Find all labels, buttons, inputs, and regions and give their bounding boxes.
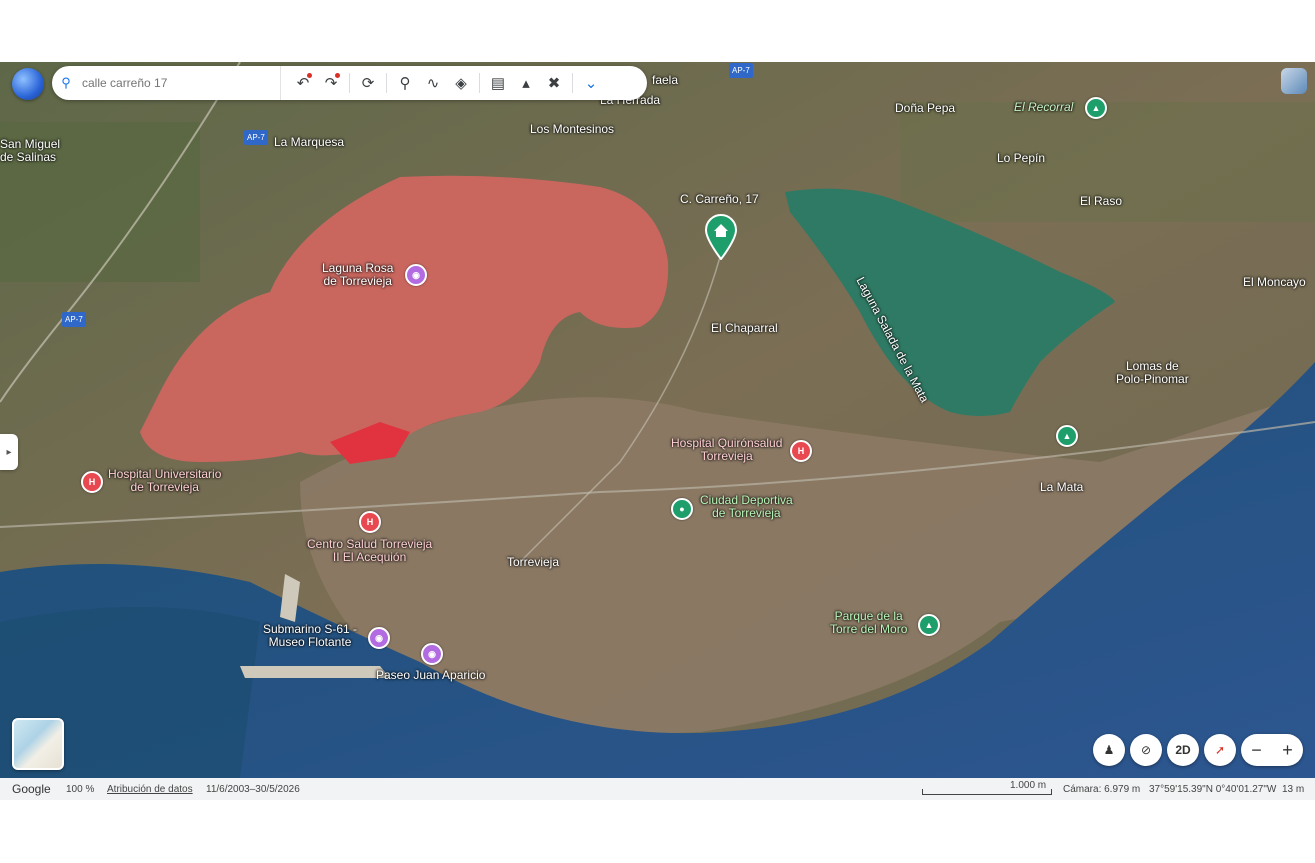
side-panel-toggle[interactable]: ▸ bbox=[0, 434, 18, 470]
image-overlay-button[interactable]: ▴ bbox=[512, 69, 540, 97]
place-label-torrevieja: Torrevieja bbox=[507, 555, 560, 569]
sports-pin-icon[interactable]: ● bbox=[671, 498, 693, 520]
path-icon: ∿ bbox=[426, 75, 440, 92]
status-bar: Google 100 % Atribución de datos 11/6/20… bbox=[0, 778, 1315, 800]
hospital-pin-icon[interactable]: H bbox=[359, 511, 381, 533]
place-label-la-mata: La Mata bbox=[1040, 480, 1084, 494]
google-logo: Google bbox=[12, 782, 51, 796]
place-label-paseo: Paseo Juan Aparicio bbox=[376, 668, 486, 682]
place-label-el-recorral: El Recorral bbox=[1014, 100, 1074, 114]
highway-badge: AP-7 bbox=[729, 63, 753, 78]
image-icon: ▴ bbox=[522, 75, 530, 92]
measure-button[interactable]: ▤ bbox=[484, 69, 512, 97]
search-input[interactable] bbox=[80, 75, 264, 91]
place-label-la-marquesa: La Marquesa bbox=[274, 135, 345, 149]
compass-icon: ➚ bbox=[1214, 743, 1226, 757]
place-label-hospital-univ: Hospital Universitario de Torrevieja bbox=[108, 467, 222, 494]
place-label-lo-pepin: Lo Pepín bbox=[997, 151, 1046, 165]
imagery-date-range: 11/6/2003–30/5/2026 bbox=[206, 784, 300, 795]
camera-pin-icon[interactable]: ◉ bbox=[405, 264, 427, 286]
zoom-out-button[interactable]: − bbox=[1251, 740, 1262, 761]
chevron-right-icon: ▸ bbox=[6, 446, 12, 458]
view-2d-button[interactable]: 2D bbox=[1167, 734, 1199, 766]
data-attribution-link[interactable]: Atribución de datos bbox=[107, 784, 193, 795]
highway-badge: AP-7 bbox=[244, 130, 268, 145]
ruler-icon: ▤ bbox=[490, 75, 506, 92]
history-button[interactable]: ⟳ bbox=[354, 69, 382, 97]
hospital-pin-icon[interactable]: H bbox=[81, 471, 103, 493]
tools-button[interactable]: ✖ bbox=[540, 69, 568, 97]
elevation: 13 m bbox=[1282, 784, 1305, 795]
tilt-icon: ⊘ bbox=[1140, 743, 1152, 757]
street-view-button[interactable]: ♟ bbox=[1093, 734, 1125, 766]
more-button[interactable]: ⌄ bbox=[577, 69, 605, 97]
tilt-button[interactable]: ⊘ bbox=[1130, 734, 1162, 766]
hospital-pin-icon[interactable]: H bbox=[790, 440, 812, 462]
undo-button[interactable]: ↶ bbox=[289, 69, 317, 97]
park-pin-icon[interactable]: ▲ bbox=[1056, 425, 1078, 447]
top-toolbar: ⚲ ↶ ↷ ⟳ ⚲ ∿ ◈ ▤ ▴ ✖ ⌄ bbox=[52, 66, 647, 100]
camera-altitude: Cámara: 6.979 m bbox=[1063, 784, 1141, 795]
layers-icon: ◈ bbox=[455, 75, 467, 92]
compass-button[interactable]: ➚ bbox=[1204, 734, 1236, 766]
scale-label: 1.000 m bbox=[1010, 780, 1047, 791]
place-label-los-montesinos: Los Montesinos bbox=[530, 122, 615, 136]
history-icon: ⟳ bbox=[361, 75, 375, 92]
chevron-down-icon: ⌄ bbox=[584, 75, 598, 92]
camera-pin-icon[interactable]: ◉ bbox=[421, 643, 443, 665]
place-label-carreno: C. Carreño, 17 bbox=[680, 192, 759, 206]
search-box: ⚲ bbox=[52, 66, 281, 100]
placemark-icon: ⚲ bbox=[399, 75, 411, 92]
place-label-el-raso: El Raso bbox=[1080, 194, 1123, 208]
pegman-icon: ♟ bbox=[1103, 743, 1115, 757]
park-pin-icon[interactable]: ▲ bbox=[1085, 97, 1107, 119]
tools-icon: ✖ bbox=[547, 75, 561, 92]
add-placemark-button[interactable]: ⚲ bbox=[391, 69, 419, 97]
place-label-el-moncayo: El Moncayo bbox=[1243, 275, 1306, 289]
place-label-centro-salud: Centro Salud Torrevieja II El Acequión bbox=[307, 537, 433, 564]
redo-button[interactable]: ↷ bbox=[317, 69, 345, 97]
earth-menu-button[interactable] bbox=[12, 68, 44, 100]
account-avatar[interactable] bbox=[1281, 68, 1307, 94]
satellite-map[interactable] bbox=[0, 62, 1315, 778]
layers-button[interactable]: ◈ bbox=[447, 69, 475, 97]
place-label-el-chaparral: El Chaparral bbox=[711, 321, 778, 335]
terrain-imagery bbox=[0, 62, 1315, 778]
highway-badge: AP-7 bbox=[62, 312, 86, 327]
place-label-parque-torre: Parque de la Torre del Moro bbox=[830, 609, 908, 636]
map-style-thumbnail[interactable] bbox=[12, 718, 64, 770]
place-label-submarino: Submarino S-61 - Museo Flotante bbox=[263, 622, 358, 649]
zoom-in-button[interactable]: + bbox=[1282, 740, 1293, 761]
search-icon: ⚲ bbox=[61, 75, 71, 90]
zoom-control: − + bbox=[1241, 734, 1303, 766]
zoom-percentage: 100 % bbox=[66, 784, 95, 795]
place-label-dona-pepa: Doña Pepa bbox=[895, 101, 956, 115]
add-path-button[interactable]: ∿ bbox=[419, 69, 447, 97]
place-label-laguna-rosa: Laguna Rosa de Torrevieja bbox=[322, 261, 394, 288]
camera-pin-icon[interactable]: ◉ bbox=[368, 627, 390, 649]
place-label-faela: faela bbox=[652, 73, 679, 87]
place-label-hospital-quiron: Hospital Quirónsalud Torrevieja bbox=[671, 436, 783, 463]
coordinates: 37°59'15.39"N 0°40'01.27"W bbox=[1149, 784, 1277, 795]
place-label-lomas: Lomas de Polo-Pinomar bbox=[1116, 359, 1189, 386]
home-pin-icon[interactable] bbox=[704, 214, 738, 260]
place-label-san-miguel: San Miguel de Salinas bbox=[0, 137, 61, 164]
place-label-ciudad-deportiva: Ciudad Deportiva de Torrevieja bbox=[700, 493, 793, 520]
park-pin-icon[interactable]: ▲ bbox=[918, 614, 940, 636]
